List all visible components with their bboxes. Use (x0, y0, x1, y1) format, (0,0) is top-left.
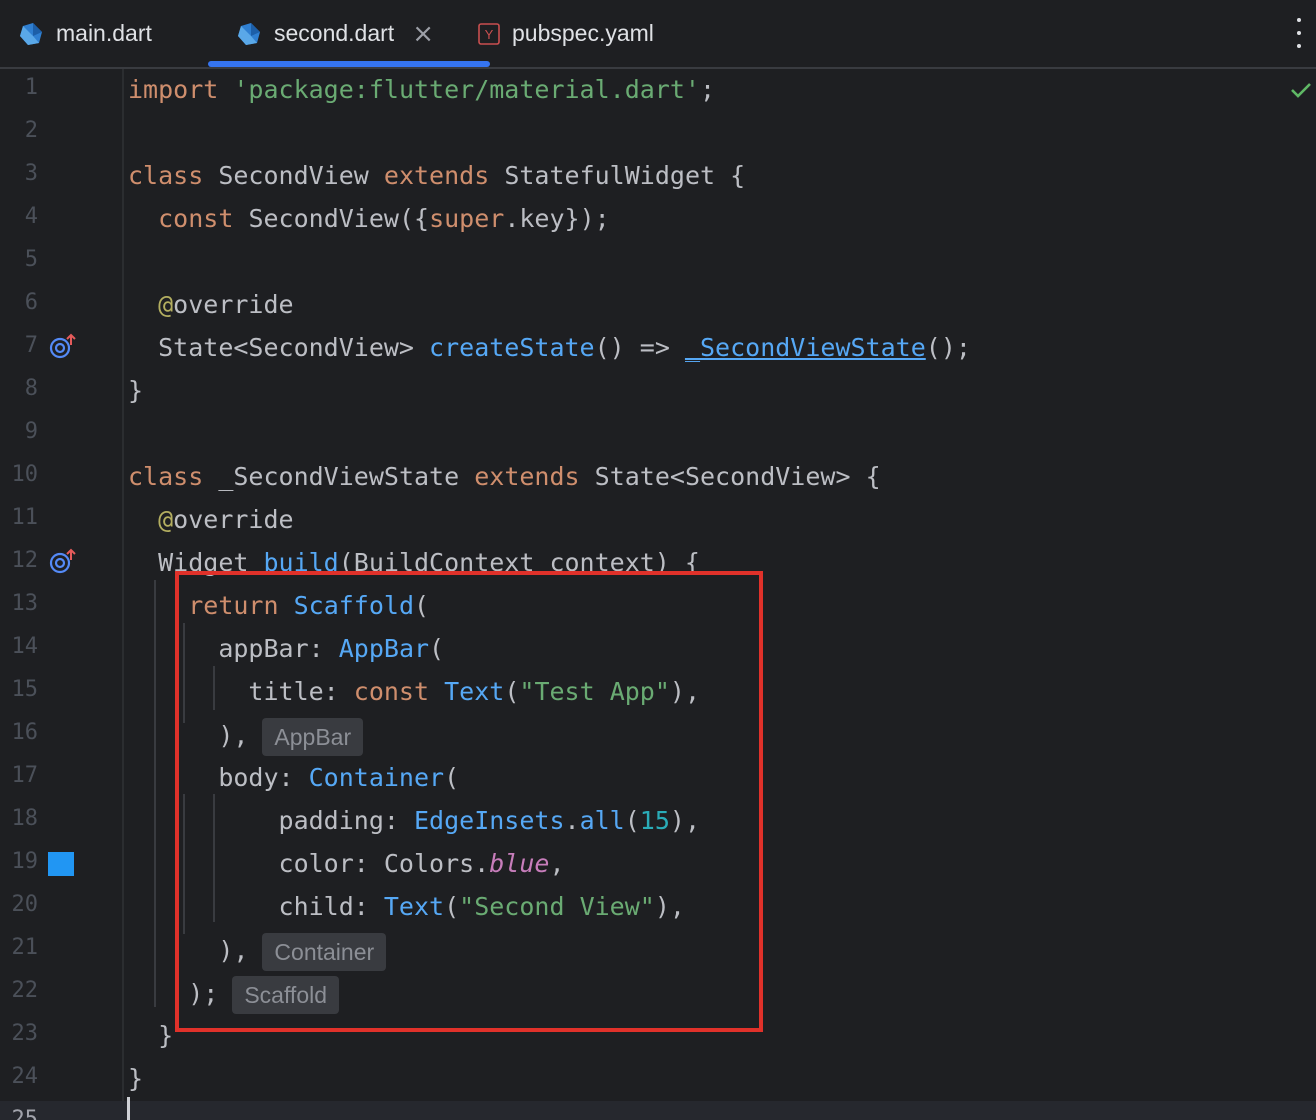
line-number: 19 (11, 849, 39, 874)
code-line: 8 } (0, 370, 1316, 413)
tab-label: second.dart (274, 20, 395, 46)
line-number: 12 (11, 548, 39, 573)
code-line: 4 const SecondView({super.key}); (0, 198, 1316, 241)
more-options-icon[interactable] (1296, 18, 1302, 48)
line-number: 25 (11, 1107, 39, 1120)
tab-pubspec-yaml[interactable]: Y pubspec.yaml (478, 0, 654, 67)
code-line: 1 import 'package:flutter/material.dart'… (0, 69, 1316, 112)
line-number: 4 (24, 204, 38, 229)
overrides-method-icon[interactable] (48, 333, 78, 363)
line-number: 18 (11, 806, 39, 831)
line-number: 17 (11, 763, 39, 788)
color-swatch-icon[interactable] (48, 852, 74, 876)
dart-file-icon (18, 21, 44, 47)
code-editor[interactable]: 1 import 'package:flutter/material.dart'… (0, 69, 1316, 1120)
tab-second-dart[interactable]: second.dart × (208, 0, 490, 67)
line-number: 1 (24, 75, 38, 100)
line-number: 23 (11, 1021, 39, 1046)
code-line-current: 25 (0, 1101, 1316, 1120)
editor-tab-bar: main.dart second.dart × Y pubspec.yaml (0, 0, 1316, 69)
line-number: 13 (11, 591, 39, 616)
code-line: 9 (0, 413, 1316, 456)
line-number: 9 (24, 419, 38, 444)
code-line: 24 } (0, 1058, 1316, 1101)
line-number: 2 (24, 118, 38, 143)
line-number: 3 (24, 161, 38, 186)
line-number: 21 (11, 935, 39, 960)
line-number: 16 (11, 720, 39, 745)
overrides-method-icon[interactable] (48, 548, 78, 578)
line-number: 7 (24, 333, 38, 358)
code-line: 5 (0, 241, 1316, 284)
yaml-file-icon: Y (478, 22, 500, 45)
line-number: 11 (11, 505, 39, 530)
line-number: 22 (11, 978, 39, 1003)
line-number: 5 (24, 247, 38, 272)
line-number: 14 (11, 634, 39, 659)
svg-text:Y: Y (485, 27, 494, 42)
code-line: 7 State<SecondView> createState() => _Se… (0, 327, 1316, 370)
tab-main-dart[interactable]: main.dart (18, 0, 152, 67)
code-line: 11 @override (0, 499, 1316, 542)
close-icon[interactable]: × (412, 21, 434, 47)
line-number: 24 (11, 1064, 39, 1089)
code-line: 2 (0, 112, 1316, 155)
dart-file-icon (236, 21, 262, 47)
line-number: 15 (11, 677, 39, 702)
tab-label: main.dart (56, 20, 152, 46)
code-line: 3 class SecondView extends StatefulWidge… (0, 155, 1316, 198)
line-number: 6 (24, 290, 38, 315)
tab-label: pubspec.yaml (512, 20, 654, 46)
text-caret (127, 1097, 130, 1120)
highlight-annotation-box (175, 571, 763, 1032)
line-number: 8 (24, 376, 38, 401)
line-number: 10 (11, 462, 39, 487)
code-line: 6 @override (0, 284, 1316, 327)
code-line: 10 class _SecondViewState extends State<… (0, 456, 1316, 499)
line-number: 20 (11, 892, 39, 917)
